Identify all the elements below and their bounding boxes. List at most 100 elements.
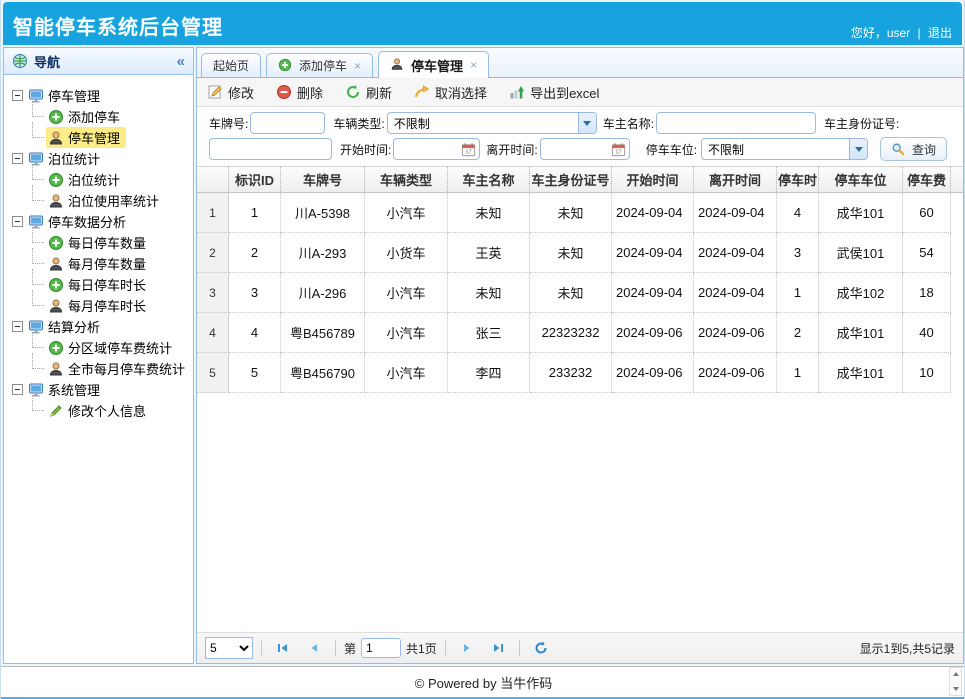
plate-label: 车牌号:: [209, 115, 248, 132]
add-icon: [48, 172, 64, 188]
globe-icon: [12, 53, 28, 69]
cell-owner: 未知: [448, 193, 530, 233]
tree-node-city-fee[interactable]: 全市每月停车费统计: [8, 358, 189, 379]
logout-link[interactable]: 退出: [928, 26, 952, 40]
divider: [445, 640, 446, 656]
next-page-button[interactable]: [454, 636, 480, 660]
close-tab-icon[interactable]: ×: [354, 59, 361, 73]
delete-button[interactable]: 删除: [276, 83, 323, 102]
calendar-icon[interactable]: 17: [461, 142, 476, 157]
column-header[interactable]: 车辆类型: [365, 167, 448, 192]
tab-add-parking[interactable]: 添加停车×: [266, 53, 373, 77]
footer-text: © Powered by 当牛作码: [415, 673, 552, 692]
table-row[interactable]: 4 4 粤B456789 小汽车 张三 22323232 2024-09-06 …: [197, 313, 963, 353]
divider: |: [918, 26, 921, 40]
footer-scrollbar[interactable]: [949, 667, 962, 696]
table-body: 1 1 川A-5398 小汽车 未知 未知 2024-09-04 2024-09…: [197, 193, 963, 632]
cell-end-time: 2024-09-06: [694, 313, 777, 353]
tree-expander-icon[interactable]: [12, 216, 23, 227]
parking-spot-select[interactable]: 不限制: [701, 138, 868, 160]
column-header[interactable]: 离开时间: [694, 167, 777, 192]
divider: [519, 640, 520, 656]
cell-id: 2: [229, 233, 281, 273]
scroll-down-icon[interactable]: [950, 683, 961, 695]
table-row[interactable]: 5 5 粤B456790 小汽车 李四 233232 2024-09-06 20…: [197, 353, 963, 393]
cell-vehicle-type: 小汽车: [365, 193, 448, 233]
cell-start-time: 2024-09-04: [612, 273, 694, 313]
column-header[interactable]: 开始时间: [612, 167, 694, 192]
cell-fee: 54: [903, 233, 951, 273]
refresh-button[interactable]: 刷新: [345, 83, 392, 102]
tree-node-label: 全市每月停车费统计: [68, 359, 185, 378]
grid-toolbar: 修改 删除 刷新 取消选择 导出到excel: [197, 78, 963, 107]
end-time-label: 离开时间:: [486, 141, 537, 158]
first-page-button[interactable]: [270, 636, 296, 660]
page-number-input[interactable]: [361, 638, 401, 658]
tree-node-monthly-duration[interactable]: 每月停车时长: [8, 295, 189, 316]
tree-node-parking-manage[interactable]: 停车管理: [8, 127, 189, 148]
scroll-up-icon[interactable]: [950, 668, 961, 680]
cancel-selection-button[interactable]: 取消选择: [414, 83, 487, 102]
table-row[interactable]: 3 3 川A-296 小汽车 未知 未知 2024-09-04 2024-09-…: [197, 273, 963, 313]
export-excel-button[interactable]: 导出到excel: [509, 83, 599, 102]
edit-button[interactable]: 修改: [207, 83, 254, 102]
vehicle-type-select[interactable]: 不限制: [387, 112, 597, 134]
prev-page-button[interactable]: [301, 636, 327, 660]
column-header[interactable]: 停车费: [903, 167, 951, 192]
reload-page-icon[interactable]: [528, 636, 554, 660]
cell-start-time: 2024-09-06: [612, 313, 694, 353]
cell-end-time: 2024-09-06: [694, 353, 777, 393]
tree-connector: [32, 332, 44, 348]
tree-expander-icon[interactable]: [12, 153, 23, 164]
last-page-button[interactable]: [485, 636, 511, 660]
app-window: 智能停车系统后台管理 您好，user | 退出 导航 « 停车管理 添加停车 停…: [0, 0, 965, 699]
idcard-input[interactable]: [209, 138, 332, 160]
search-icon: [891, 142, 907, 156]
collapse-panel-icon[interactable]: «: [177, 53, 185, 70]
column-header[interactable]: 停车车位: [819, 167, 903, 192]
column-header[interactable]: 标识ID: [229, 167, 281, 192]
plate-input[interactable]: [250, 112, 325, 134]
page-size-select[interactable]: 5: [205, 637, 253, 659]
column-header[interactable]: 车牌号: [281, 167, 365, 192]
tab-home[interactable]: 起始页: [201, 53, 261, 77]
search-panel: 车牌号: 车辆类型: 不限制 车主名称: 车主身份证号: 开始时间: 17 离开…: [197, 107, 963, 166]
column-header-rownum[interactable]: [197, 167, 229, 192]
column-header[interactable]: 停车时: [777, 167, 819, 192]
tree-expander-icon[interactable]: [12, 321, 23, 332]
tree-node-edit-profile[interactable]: 修改个人信息: [8, 400, 189, 421]
cell-duration: 1: [777, 353, 819, 393]
tree-node-label: 修改个人信息: [68, 401, 146, 420]
tab-parking-manage[interactable]: 停车管理×: [378, 51, 489, 78]
table-row[interactable]: 1 1 川A-5398 小汽车 未知 未知 2024-09-04 2024-09…: [197, 193, 963, 233]
row-number: 3: [197, 273, 229, 313]
cell-start-time: 2024-09-06: [612, 353, 694, 393]
cell-start-time: 2024-09-04: [612, 193, 694, 233]
column-header[interactable]: 车主名称: [448, 167, 530, 192]
tree-node-label: 泊位使用率统计: [68, 191, 159, 210]
tree-node-label: 泊位统计: [68, 170, 120, 189]
cell-idcard: 233232: [530, 353, 612, 393]
tree-node-berth-usage[interactable]: 泊位使用率统计: [8, 190, 189, 211]
tree-node-label: 结算分析: [48, 317, 100, 336]
remove-icon: [276, 84, 292, 100]
tree-expander-icon[interactable]: [12, 90, 23, 101]
cell-idcard: 未知: [530, 193, 612, 233]
cell-fee: 18: [903, 273, 951, 313]
add-icon: [48, 109, 64, 125]
calendar-icon[interactable]: 17: [611, 142, 626, 157]
chevron-down-icon[interactable]: [578, 113, 596, 133]
cell-plate: 粤B456790: [281, 353, 365, 393]
table-row[interactable]: 2 2 川A-293 小货车 王英 未知 2024-09-04 2024-09-…: [197, 233, 963, 273]
owner-name-input[interactable]: [656, 112, 816, 134]
nav-tree: 停车管理 添加停车 停车管理 泊位统计 泊位统计 泊位使用率统计 停车数据分析 …: [4, 75, 193, 431]
query-button[interactable]: 查询: [880, 137, 947, 161]
user-icon: [48, 298, 64, 314]
row-number: 2: [197, 233, 229, 273]
column-header[interactable]: 车主身份证号: [530, 167, 612, 192]
cell-spot: 成华101: [819, 313, 903, 353]
close-tab-icon[interactable]: ×: [470, 58, 477, 72]
chevron-down-icon[interactable]: [849, 139, 867, 159]
tree-expander-icon[interactable]: [12, 384, 23, 395]
records-info: 显示1到5,共5记录: [860, 640, 955, 657]
